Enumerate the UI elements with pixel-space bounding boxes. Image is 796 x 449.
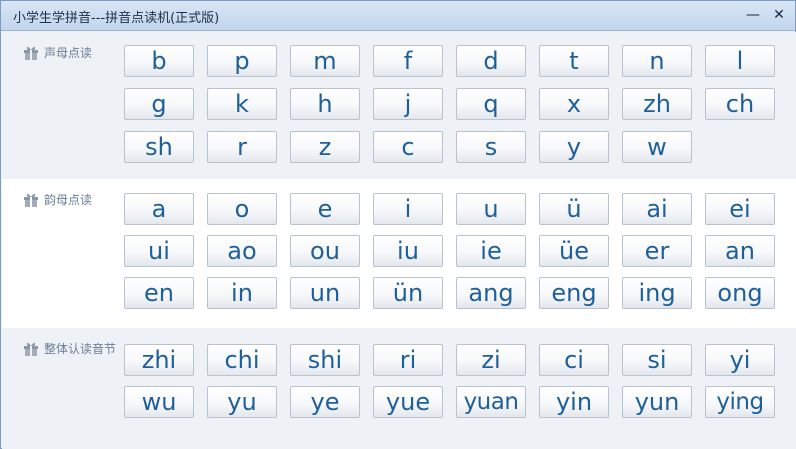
- pinyin-key-button[interactable]: eng: [539, 277, 609, 309]
- pinyin-key-button[interactable]: yun: [622, 386, 692, 418]
- pinyin-key-button[interactable]: a: [124, 193, 194, 225]
- pinyin-key-button[interactable]: in: [207, 277, 277, 309]
- pinyin-key-button[interactable]: h: [290, 88, 360, 120]
- pinyin-key-button[interactable]: ying: [705, 386, 775, 418]
- pinyin-key-button[interactable]: m: [290, 45, 360, 77]
- pinyin-key-button[interactable]: ao: [207, 235, 277, 267]
- pinyin-key-button[interactable]: ü: [539, 193, 609, 225]
- close-button[interactable]: ✕: [769, 6, 789, 24]
- section-label-initials: 声母点读: [23, 44, 92, 61]
- pinyin-key-button[interactable]: z: [290, 131, 360, 163]
- pinyin-key-button[interactable]: en: [124, 277, 194, 309]
- window-title: 小学生学拼音---拼音点读机(正式版): [13, 11, 220, 26]
- pinyin-key-button[interactable]: ie: [456, 235, 526, 267]
- pinyin-key-button[interactable]: yue: [373, 386, 443, 418]
- whole-syllables-keypad: zhi chi shi ri zi ci si yi wu yu ye yue yuan yin yun yi…: [124, 344, 775, 418]
- pinyin-key-button[interactable]: q: [456, 88, 526, 120]
- finals-keypad: a o e i u ü ai ei ui ao ou iu ie üe er an en in un ün ang eng…: [124, 193, 775, 309]
- pinyin-key-button[interactable]: si: [622, 344, 692, 376]
- pinyin-key-button[interactable]: t: [539, 45, 609, 77]
- pinyin-key-button[interactable]: üe: [539, 235, 609, 267]
- pinyin-key-button[interactable]: n: [622, 45, 692, 77]
- pinyin-key-button[interactable]: yuan: [456, 386, 526, 418]
- gift-icon: [24, 193, 38, 207]
- pinyin-key-button[interactable]: ing: [622, 277, 692, 309]
- pinyin-key-button[interactable]: ui: [124, 235, 194, 267]
- pinyin-key-button[interactable]: ai: [622, 193, 692, 225]
- pinyin-key-button[interactable]: x: [539, 88, 609, 120]
- pinyin-key-button[interactable]: j: [373, 88, 443, 120]
- pinyin-key-button[interactable]: chi: [207, 344, 277, 376]
- pinyin-key-button[interactable]: c: [373, 131, 443, 163]
- app-window: 小学生学拼音---拼音点读机(正式版) — ✕ 声母点读 bpmfdtnl gkh…: [0, 0, 796, 449]
- section-label-whole-syllables: 整体认读音节: [23, 340, 116, 357]
- pinyin-key-button[interactable]: g: [124, 88, 194, 120]
- section-finals: 韵母点读 a o e i u ü ai ei ui ao ou iu ie üe er an en in un ün a…: [2, 179, 796, 328]
- pinyin-key-button[interactable]: ou: [290, 235, 360, 267]
- pinyin-key-button[interactable]: an: [705, 235, 775, 267]
- pinyin-key-button[interactable]: ci: [539, 344, 609, 376]
- pinyin-key-button[interactable]: b: [124, 45, 194, 77]
- pinyin-key-button[interactable]: d: [456, 45, 526, 77]
- pinyin-key-button[interactable]: zhi: [124, 344, 194, 376]
- pinyin-key-button[interactable]: k: [207, 88, 277, 120]
- section-label-finals: 韵母点读: [23, 191, 92, 208]
- pinyin-key-button[interactable]: ye: [290, 386, 360, 418]
- pinyin-key-button[interactable]: s: [456, 131, 526, 163]
- pinyin-key-button[interactable]: shi: [290, 344, 360, 376]
- pinyin-key-button[interactable]: yi: [705, 344, 775, 376]
- pinyin-key-button[interactable]: ei: [705, 193, 775, 225]
- pinyin-key-button[interactable]: o: [207, 193, 277, 225]
- pinyin-key-button[interactable]: w: [622, 131, 692, 163]
- title-bar[interactable]: 小学生学拼音---拼音点读机(正式版) — ✕: [1, 1, 795, 31]
- gift-icon: [24, 342, 38, 356]
- initials-keypad: b p m f d t n l g k h j q x zh ch sh r z c s y w: [124, 45, 775, 163]
- pinyin-key-button[interactable]: ong: [705, 277, 775, 309]
- pinyin-key-button[interactable]: l: [705, 45, 775, 77]
- section-initials: 声母点读 b p m f d t n l g k h j q x zh ch sh r z c s y w: [2, 32, 796, 179]
- pinyin-key-button[interactable]: wu: [124, 386, 194, 418]
- pinyin-key-button[interactable]: y: [539, 131, 609, 163]
- minimize-button[interactable]: —: [743, 6, 763, 24]
- pinyin-key-button[interactable]: zi: [456, 344, 526, 376]
- pinyin-key-button[interactable]: ün: [373, 277, 443, 309]
- pinyin-key-button[interactable]: ch: [705, 88, 775, 120]
- pinyin-key-button[interactable]: u: [456, 193, 526, 225]
- pinyin-key-button[interactable]: ri: [373, 344, 443, 376]
- section-title: 声母点读: [44, 46, 93, 60]
- section-whole-syllables: 整体认读音节 zhi chi shi ri zi ci si yi wu yu ye yue yuan y…: [2, 328, 796, 449]
- pinyin-key-button[interactable]: r: [207, 131, 277, 163]
- pinyin-key-button[interactable]: iu: [373, 235, 443, 267]
- pinyin-key-button[interactable]: un: [290, 277, 360, 309]
- pinyin-key-button[interactable]: er: [622, 235, 692, 267]
- pinyin-key-button[interactable]: e: [290, 193, 360, 225]
- pinyin-key-button[interactable]: sh: [124, 131, 194, 163]
- pinyin-key-button[interactable]: yu: [207, 386, 277, 418]
- gift-icon: [24, 46, 38, 60]
- pinyin-key-button[interactable]: p: [207, 45, 277, 77]
- section-title: 整体认读音节: [44, 342, 117, 356]
- section-title: 韵母点读: [44, 193, 93, 207]
- pinyin-key-button[interactable]: zh: [622, 88, 692, 120]
- pinyin-key-button[interactable]: ang: [456, 277, 526, 309]
- pinyin-key-button[interactable]: f: [373, 45, 443, 77]
- pinyin-key-button[interactable]: i: [373, 193, 443, 225]
- pinyin-key-button[interactable]: yin: [539, 386, 609, 418]
